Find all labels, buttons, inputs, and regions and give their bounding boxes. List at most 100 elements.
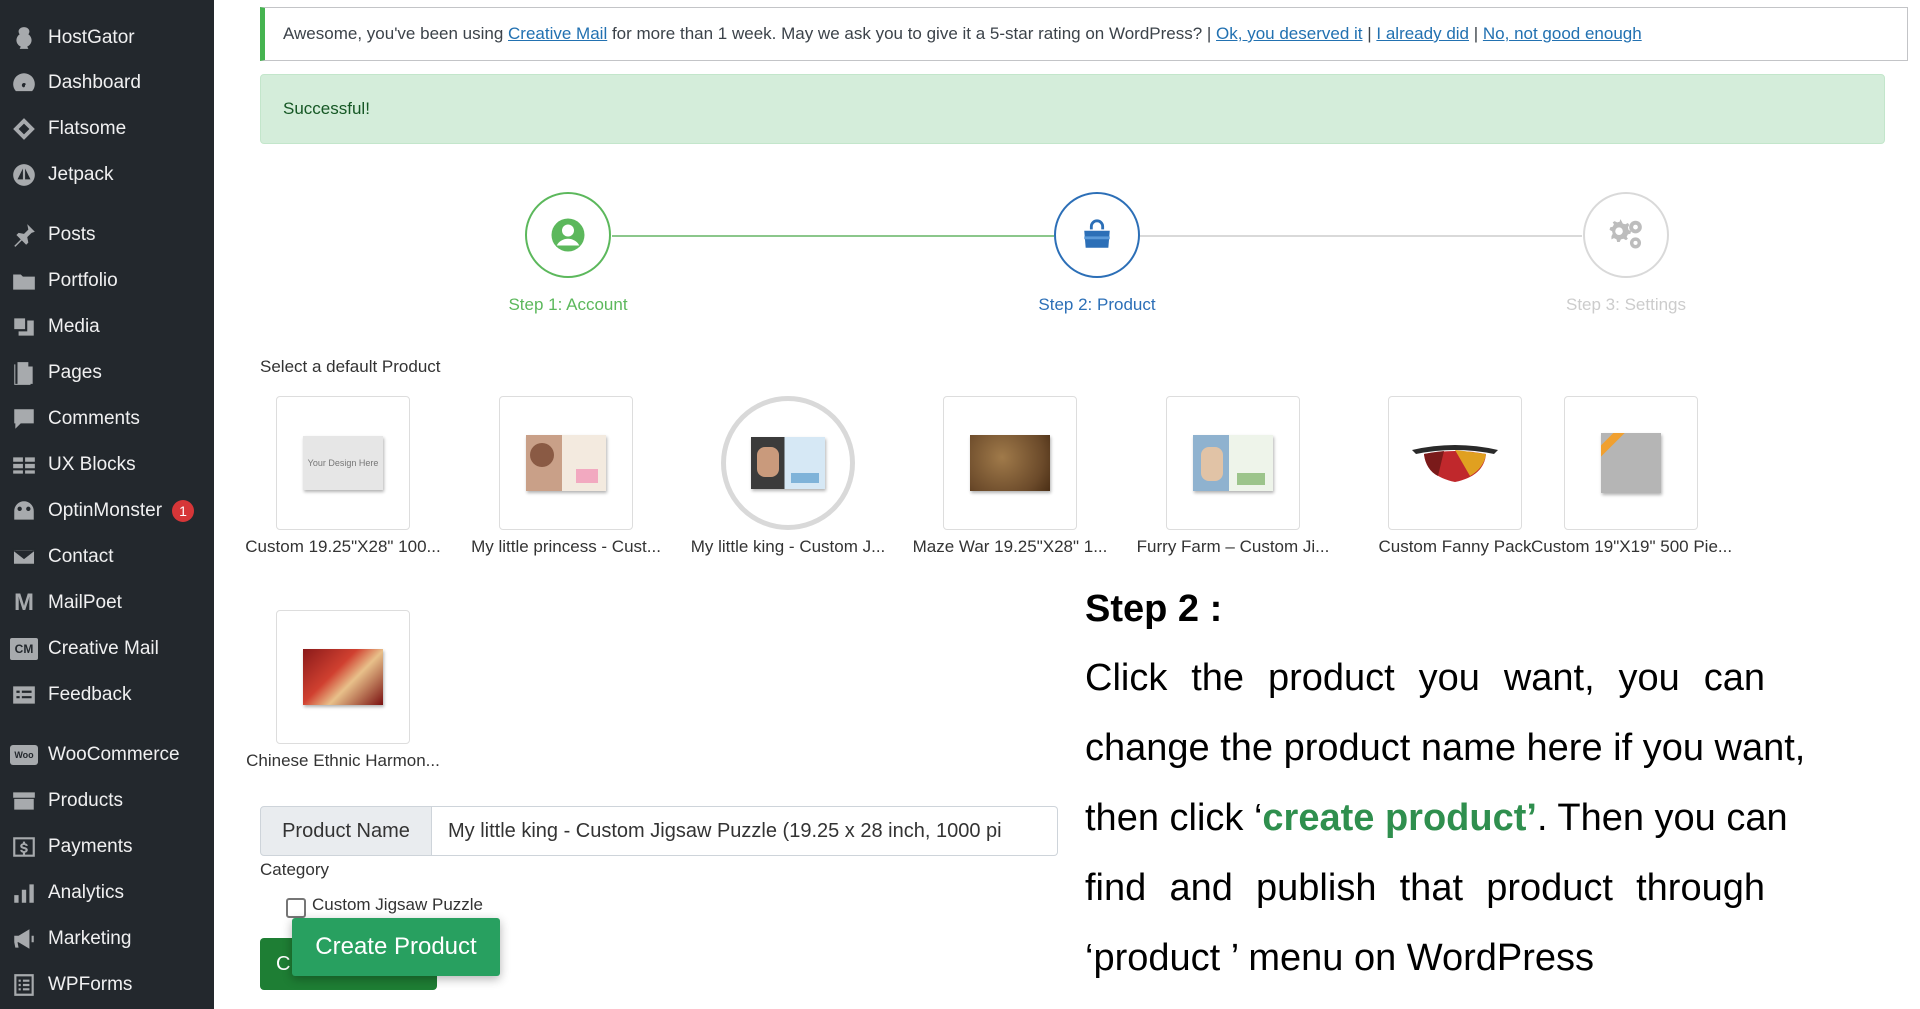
product-card-selected[interactable] — [721, 396, 855, 530]
sidebar-item-marketing[interactable]: Marketing — [0, 919, 214, 959]
king-puzzle-thumbnail — [751, 437, 825, 489]
pin-icon — [0, 222, 48, 248]
notice-separator: | — [1362, 24, 1377, 43]
annotation-text-line: find and publish that product through — [1085, 867, 1765, 909]
notice-separator: | — [1469, 24, 1483, 43]
success-text: Successful! — [283, 99, 370, 118]
fanny-pack-thumbnail — [1412, 445, 1498, 482]
sidebar-item-dashboard[interactable]: Dashboard — [0, 63, 214, 103]
sidebar-item-posts[interactable]: Posts — [0, 215, 214, 255]
category-label: Category — [260, 860, 329, 879]
maze-war-thumbnail — [970, 435, 1050, 491]
product-name: My little princess - Cust... — [471, 537, 661, 556]
sidebar-item-jetpack[interactable]: Jetpack — [0, 155, 214, 195]
product-card[interactable] — [499, 396, 633, 530]
annotation-text: . Then you can — [1536, 797, 1788, 839]
category-option-label: Custom Jigsaw Puzzle — [312, 895, 484, 914]
step-connector-2 — [1140, 235, 1582, 237]
dollar-icon — [0, 834, 48, 860]
sidebar-item-pages[interactable]: Pages — [0, 353, 214, 393]
step-3-circle[interactable] — [1583, 192, 1669, 278]
annotation-text-line: then click ‘create product’. Then you ca… — [1085, 794, 1788, 842]
create-product-button[interactable]: Create Product — [292, 918, 500, 976]
select-product-label: Select a default Product — [260, 357, 441, 376]
sidebar-item-label: Pages — [48, 362, 102, 383]
sidebar-item-analytics[interactable]: Analytics — [0, 873, 214, 913]
sidebar-item-optinmonster[interactable]: OptinMonster 1 — [0, 491, 214, 531]
category-checkbox[interactable] — [286, 898, 306, 918]
sidebar-item-creative-mail[interactable]: CM Creative Mail — [0, 629, 214, 669]
product-card[interactable] — [943, 396, 1077, 530]
step-2-label: Step 2: Product — [1038, 295, 1156, 314]
product-name: Custom Fanny Pack — [1378, 537, 1532, 556]
dashboard-icon — [0, 70, 48, 96]
comment-icon — [0, 406, 48, 432]
sidebar-item-label: Analytics — [48, 882, 125, 903]
megaphone-icon — [0, 926, 48, 952]
product-card[interactable] — [1564, 396, 1698, 530]
shopping-bag-icon — [1084, 219, 1110, 248]
sidebar-item-portfolio[interactable]: Portfolio — [0, 261, 214, 301]
product-card[interactable] — [1388, 396, 1522, 530]
sidebar-item-woocommerce[interactable]: Woo WooCommerce — [0, 735, 214, 775]
product-card[interactable]: Your Design Here — [276, 396, 410, 530]
sidebar-item-contact[interactable]: Contact — [0, 537, 214, 577]
gears-icon — [1609, 219, 1642, 249]
product-card[interactable] — [276, 610, 410, 744]
creative-mail-link[interactable]: Creative Mail — [508, 24, 607, 44]
product-name-input-group: Product Name — [260, 806, 1058, 856]
sidebar-item-label: Marketing — [48, 928, 132, 949]
not-good-enough-link[interactable]: No, not good enough — [1483, 24, 1642, 44]
product-name-input[interactable] — [432, 806, 1058, 856]
sidebar-item-label: Products — [48, 790, 123, 811]
jetpack-icon — [0, 162, 48, 188]
sidebar-item-ux-blocks[interactable]: UX Blocks — [0, 445, 214, 485]
product-name: Custom 19.25"X28" 100... — [245, 537, 441, 556]
sidebar-item-label: Portfolio — [48, 270, 118, 291]
folder-icon — [0, 268, 48, 294]
pages-icon — [0, 360, 48, 386]
sidebar-item-wpforms[interactable]: WPForms — [0, 965, 214, 1005]
sidebar-item-media[interactable]: Media — [0, 307, 214, 347]
optinmonster-icon — [0, 498, 48, 524]
already-did-link[interactable]: I already did — [1376, 24, 1469, 44]
sidebar-item-hostgator[interactable]: HostGator — [0, 18, 214, 58]
product-name: Custom 19"X19" 500 Pie... — [1531, 537, 1731, 556]
product-name: My little king - Custom J... — [690, 537, 886, 556]
sidebar-item-label: Creative Mail — [48, 638, 159, 659]
mail-icon — [0, 544, 48, 570]
mailpoet-icon: M — [14, 589, 34, 616]
step-1-circle[interactable] — [525, 192, 611, 278]
success-alert: Successful! — [260, 74, 1885, 144]
sidebar-item-label: Payments — [48, 836, 133, 857]
sidebar-item-mailpoet[interactable]: M MailPoet — [0, 583, 214, 623]
user-icon — [551, 218, 585, 252]
rating-notice: Awesome, you've been using Creative Mail… — [260, 7, 1908, 61]
sidebar-item-label: Feedback — [48, 684, 132, 705]
annotation-title: Step 2 : — [1085, 588, 1223, 630]
notice-text: Awesome, you've been using — [283, 24, 509, 43]
admin-sidebar: HostGator Dashboard Flatsome Jetpack Pos… — [0, 0, 214, 1009]
product-card[interactable] — [1166, 396, 1300, 530]
chinese-ethnic-thumbnail — [303, 649, 383, 705]
forms-icon — [0, 972, 48, 998]
product-name: Maze War 19.25"X28" 1... — [912, 537, 1108, 556]
sidebar-item-label: Comments — [48, 408, 140, 429]
sidebar-item-label: WPForms — [48, 974, 133, 995]
woocommerce-icon: Woo — [0, 745, 48, 765]
deserved-it-link[interactable]: Ok, you deserved it — [1216, 24, 1362, 44]
sidebar-item-feedback[interactable]: Feedback — [0, 675, 214, 715]
sidebar-item-label: UX Blocks — [48, 454, 136, 475]
product-name: Furry Farm – Custom Ji... — [1136, 537, 1330, 556]
sidebar-item-label: Flatsome — [48, 118, 127, 139]
step-2-circle[interactable] — [1054, 192, 1140, 278]
sidebar-item-flatsome[interactable]: Flatsome — [0, 109, 214, 149]
sidebar-item-label: Dashboard — [48, 72, 141, 93]
chart-icon — [0, 880, 48, 906]
sidebar-item-products[interactable]: Products — [0, 781, 214, 821]
sidebar-item-payments[interactable]: Payments — [0, 827, 214, 867]
sidebar-item-comments[interactable]: Comments — [0, 399, 214, 439]
annotation-text-line: change the product name here if you want… — [1085, 727, 1806, 769]
flatsome-icon — [0, 116, 48, 142]
annotation-highlight: create product’ — [1262, 797, 1537, 839]
